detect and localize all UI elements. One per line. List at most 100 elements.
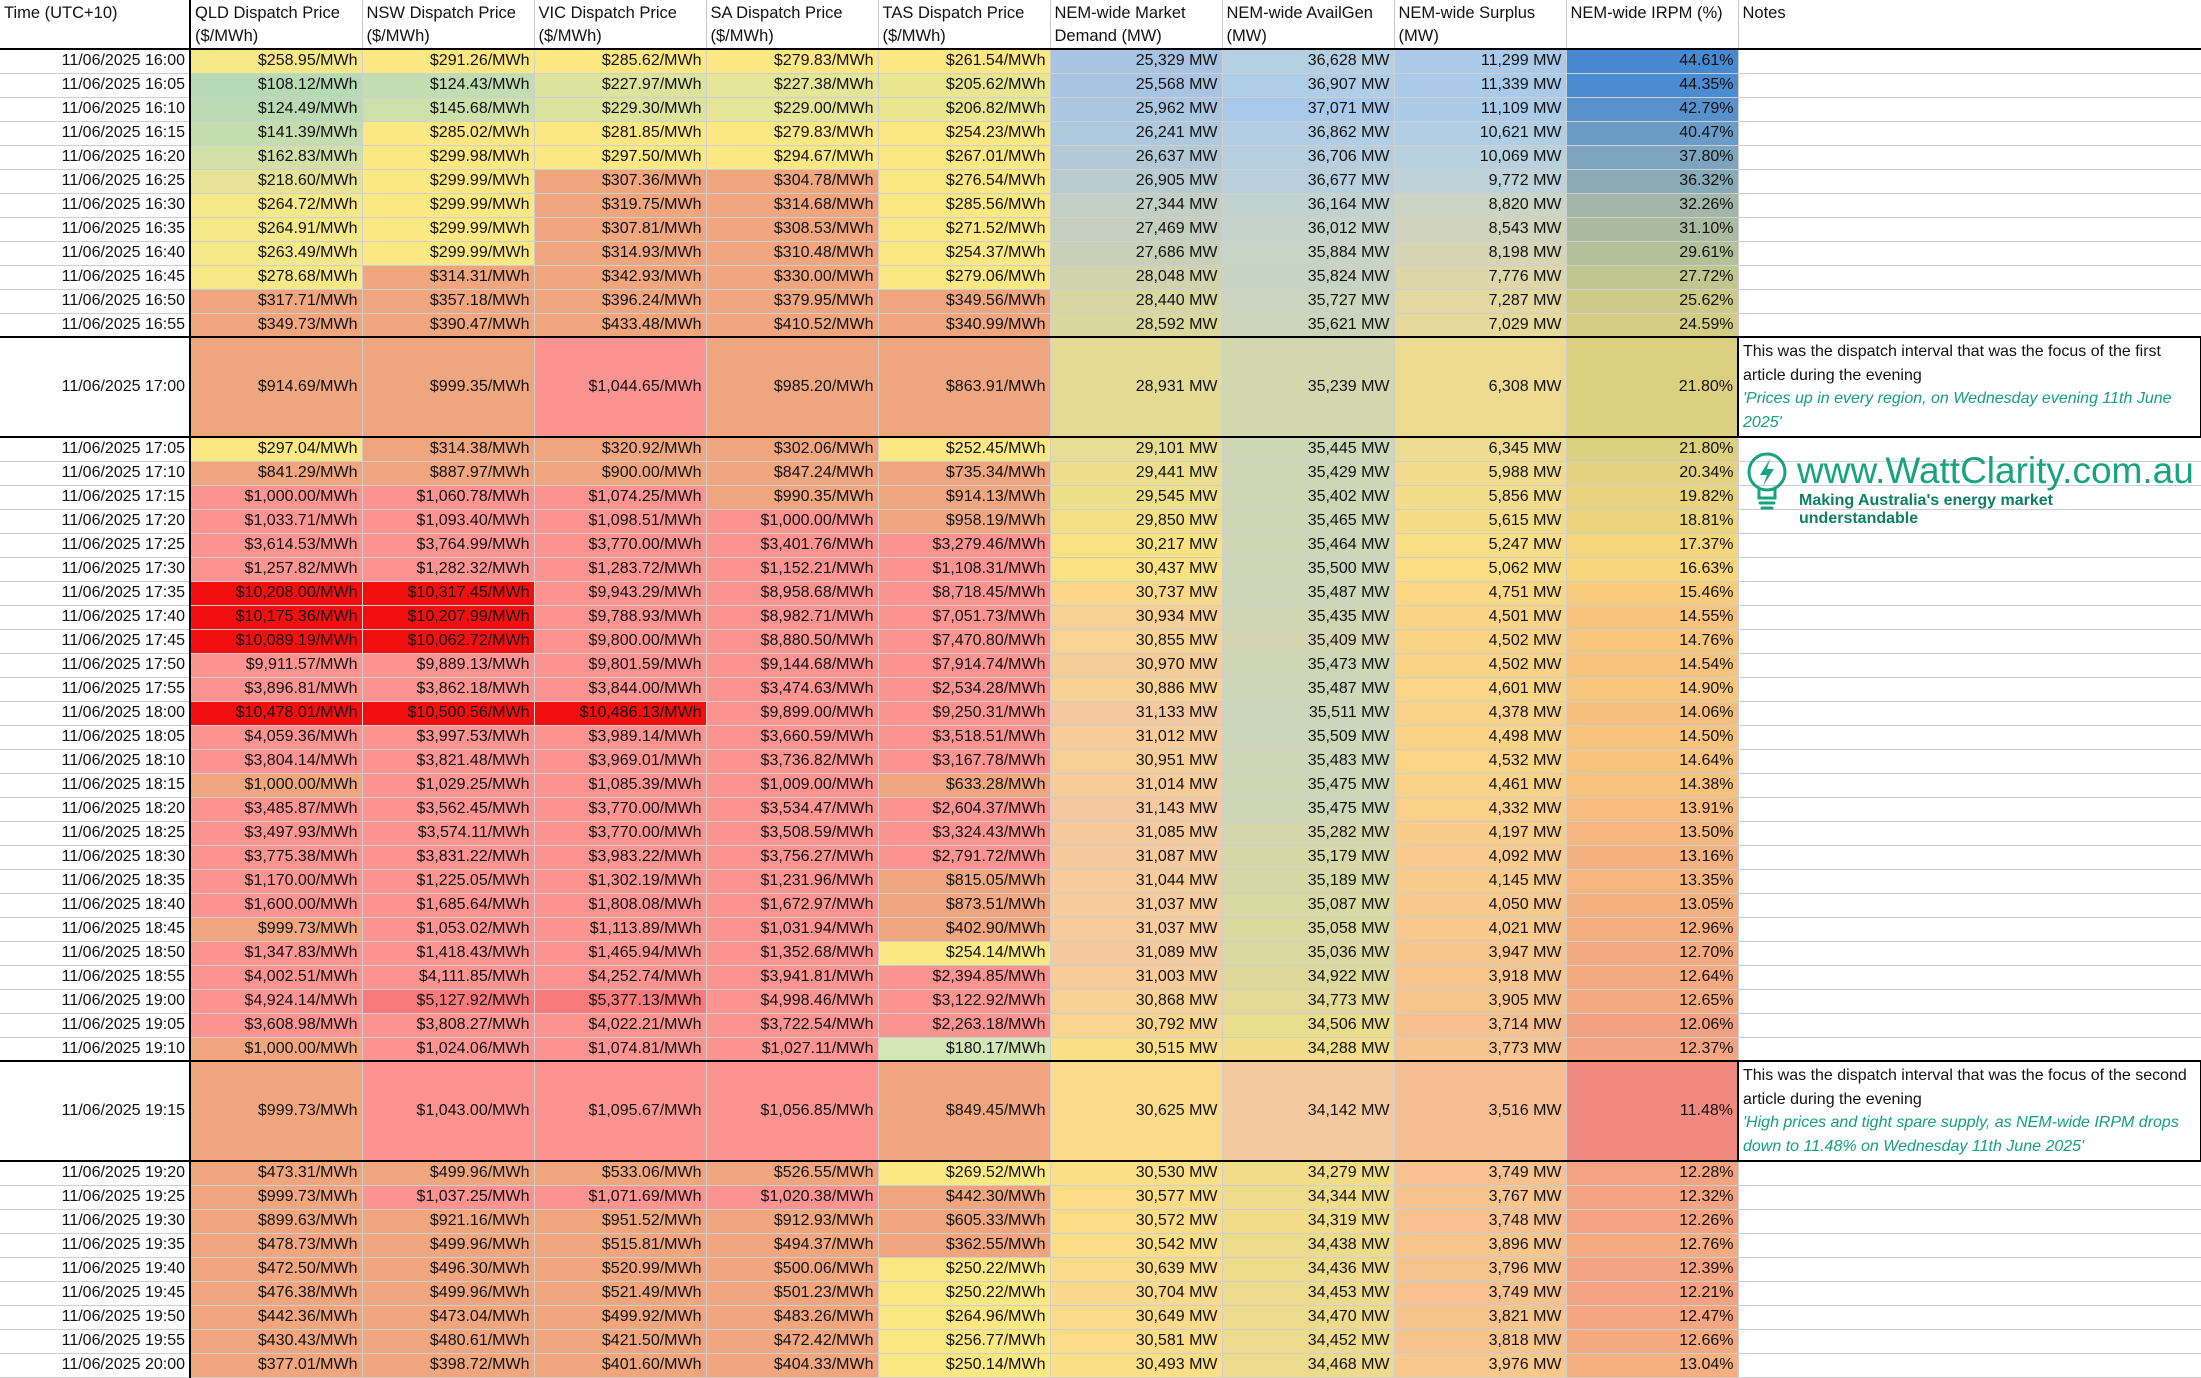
tas-price-cell[interactable]: $205.62/MWh xyxy=(878,73,1051,98)
notes-cell[interactable] xyxy=(1738,725,2201,750)
vic-price-cell[interactable]: $9,800.00/MWh xyxy=(534,629,707,654)
tas-price-cell[interactable]: $264.96/MWh xyxy=(878,1305,1051,1330)
nsw-price-cell[interactable]: $1,024.06/MWh xyxy=(362,1037,535,1062)
tas-price-cell[interactable]: $9,250.31/MWh xyxy=(878,701,1051,726)
header-time[interactable]: Time (UTC+10) xyxy=(0,0,191,50)
sa-price-cell[interactable]: $3,722.54/MWh xyxy=(706,1013,879,1038)
notes-cell[interactable] xyxy=(1738,1329,2201,1354)
sa-price-cell[interactable]: $3,736.82/MWh xyxy=(706,749,879,774)
nsw-price-cell[interactable]: $1,282.32/MWh xyxy=(362,557,535,582)
availgen-cell[interactable]: 35,509 MW xyxy=(1222,725,1395,750)
header-vic-price[interactable]: VIC Dispatch Price ($/MWh) xyxy=(534,0,707,50)
vic-price-cell[interactable]: $421.50/MWh xyxy=(534,1329,707,1354)
notes-cell[interactable] xyxy=(1738,145,2201,170)
surplus-cell[interactable]: 4,145 MW xyxy=(1394,869,1567,894)
qld-price-cell[interactable]: $10,478.01/MWh xyxy=(190,701,363,726)
market-demand-cell[interactable]: 30,934 MW xyxy=(1050,605,1223,630)
nsw-price-cell[interactable]: $1,685.64/MWh xyxy=(362,893,535,918)
time-cell[interactable]: 11/06/2025 17:05 xyxy=(0,437,191,462)
qld-price-cell[interactable]: $442.36/MWh xyxy=(190,1305,363,1330)
tas-price-cell[interactable]: $206.82/MWh xyxy=(878,97,1051,122)
surplus-cell[interactable]: 7,287 MW xyxy=(1394,289,1567,314)
tas-price-cell[interactable]: $815.05/MWh xyxy=(878,869,1051,894)
market-demand-cell[interactable]: 29,850 MW xyxy=(1050,509,1223,534)
notes-cell[interactable] xyxy=(1738,1013,2201,1038)
notes-cell[interactable] xyxy=(1738,869,2201,894)
time-cell[interactable]: 11/06/2025 16:45 xyxy=(0,265,191,290)
notes-cell[interactable] xyxy=(1738,653,2201,678)
irpm-cell[interactable]: 13.04% xyxy=(1566,1353,1739,1378)
tas-price-cell[interactable]: $285.56/MWh xyxy=(878,193,1051,218)
surplus-cell[interactable]: 5,247 MW xyxy=(1394,533,1567,558)
market-demand-cell[interactable]: 30,886 MW xyxy=(1050,677,1223,702)
surplus-cell[interactable]: 6,308 MW xyxy=(1394,336,1567,438)
qld-price-cell[interactable]: $478.73/MWh xyxy=(190,1233,363,1258)
nsw-price-cell[interactable]: $357.18/MWh xyxy=(362,289,535,314)
vic-price-cell[interactable]: $285.62/MWh xyxy=(534,49,707,74)
sa-price-cell[interactable]: $9,144.68/MWh xyxy=(706,653,879,678)
time-cell[interactable]: 11/06/2025 17:45 xyxy=(0,629,191,654)
surplus-cell[interactable]: 4,498 MW xyxy=(1394,725,1567,750)
vic-price-cell[interactable]: $3,770.00/MWh xyxy=(534,797,707,822)
notes-cell[interactable] xyxy=(1738,965,2201,990)
irpm-cell[interactable]: 32.26% xyxy=(1566,193,1739,218)
notes-cell[interactable] xyxy=(1738,313,2201,338)
surplus-cell[interactable]: 3,821 MW xyxy=(1394,1305,1567,1330)
market-demand-cell[interactable]: 27,686 MW xyxy=(1050,241,1223,266)
sa-price-cell[interactable]: $279.83/MWh xyxy=(706,49,879,74)
irpm-cell[interactable]: 13.16% xyxy=(1566,845,1739,870)
irpm-cell[interactable]: 12.28% xyxy=(1566,1161,1739,1186)
irpm-cell[interactable]: 25.62% xyxy=(1566,289,1739,314)
qld-price-cell[interactable]: $1,600.00/MWh xyxy=(190,893,363,918)
availgen-cell[interactable]: 36,907 MW xyxy=(1222,73,1395,98)
vic-price-cell[interactable]: $229.30/MWh xyxy=(534,97,707,122)
availgen-cell[interactable]: 35,409 MW xyxy=(1222,629,1395,654)
surplus-cell[interactable]: 3,918 MW xyxy=(1394,965,1567,990)
sa-price-cell[interactable]: $990.35/MWh xyxy=(706,485,879,510)
irpm-cell[interactable]: 29.61% xyxy=(1566,241,1739,266)
availgen-cell[interactable]: 34,773 MW xyxy=(1222,989,1395,1014)
header-sa-price[interactable]: SA Dispatch Price ($/MWh) xyxy=(706,0,879,50)
availgen-cell[interactable]: 34,438 MW xyxy=(1222,1233,1395,1258)
tas-price-cell[interactable]: $2,534.28/MWh xyxy=(878,677,1051,702)
sa-price-cell[interactable]: $1,027.11/MWh xyxy=(706,1037,879,1062)
notes-cell[interactable] xyxy=(1738,1185,2201,1210)
sa-price-cell[interactable]: $526.55/MWh xyxy=(706,1161,879,1186)
tas-price-cell[interactable]: $849.45/MWh xyxy=(878,1060,1051,1162)
irpm-cell[interactable]: 15.46% xyxy=(1566,581,1739,606)
surplus-cell[interactable]: 5,856 MW xyxy=(1394,485,1567,510)
availgen-cell[interactable]: 35,445 MW xyxy=(1222,437,1395,462)
sa-price-cell[interactable]: $410.52/MWh xyxy=(706,313,879,338)
tas-price-cell[interactable]: $3,122.92/MWh xyxy=(878,989,1051,1014)
qld-price-cell[interactable]: $258.95/MWh xyxy=(190,49,363,74)
vic-price-cell[interactable]: $9,788.93/MWh xyxy=(534,605,707,630)
qld-price-cell[interactable]: $108.12/MWh xyxy=(190,73,363,98)
header-tas-price[interactable]: TAS Dispatch Price ($/MWh) xyxy=(878,0,1051,50)
time-cell[interactable]: 11/06/2025 19:10 xyxy=(0,1037,191,1062)
time-cell[interactable]: 11/06/2025 19:05 xyxy=(0,1013,191,1038)
nsw-price-cell[interactable]: $390.47/MWh xyxy=(362,313,535,338)
availgen-cell[interactable]: 35,282 MW xyxy=(1222,821,1395,846)
irpm-cell[interactable]: 14.06% xyxy=(1566,701,1739,726)
tas-price-cell[interactable]: $250.22/MWh xyxy=(878,1257,1051,1282)
header-qld-price[interactable]: QLD Dispatch Price ($/MWh) xyxy=(190,0,363,50)
qld-price-cell[interactable]: $4,059.36/MWh xyxy=(190,725,363,750)
nsw-price-cell[interactable]: $499.96/MWh xyxy=(362,1161,535,1186)
availgen-cell[interactable]: 34,436 MW xyxy=(1222,1257,1395,1282)
vic-price-cell[interactable]: $4,022.21/MWh xyxy=(534,1013,707,1038)
nsw-price-cell[interactable]: $1,053.02/MWh xyxy=(362,917,535,942)
notes-cell[interactable] xyxy=(1738,1305,2201,1330)
vic-price-cell[interactable]: $1,098.51/MWh xyxy=(534,509,707,534)
irpm-cell[interactable]: 27.72% xyxy=(1566,265,1739,290)
market-demand-cell[interactable]: 30,639 MW xyxy=(1050,1257,1223,1282)
surplus-cell[interactable]: 3,796 MW xyxy=(1394,1257,1567,1282)
availgen-cell[interactable]: 35,239 MW xyxy=(1222,336,1395,438)
notes-cell[interactable] xyxy=(1738,821,2201,846)
note-article-title[interactable]: 'High prices and tight spare supply, as … xyxy=(1743,1111,2196,1158)
tas-price-cell[interactable]: $3,279.46/MWh xyxy=(878,533,1051,558)
time-cell[interactable]: 11/06/2025 18:45 xyxy=(0,917,191,942)
market-demand-cell[interactable]: 30,649 MW xyxy=(1050,1305,1223,1330)
qld-price-cell[interactable]: $1,033.71/MWh xyxy=(190,509,363,534)
time-cell[interactable]: 11/06/2025 17:50 xyxy=(0,653,191,678)
vic-price-cell[interactable]: $4,252.74/MWh xyxy=(534,965,707,990)
